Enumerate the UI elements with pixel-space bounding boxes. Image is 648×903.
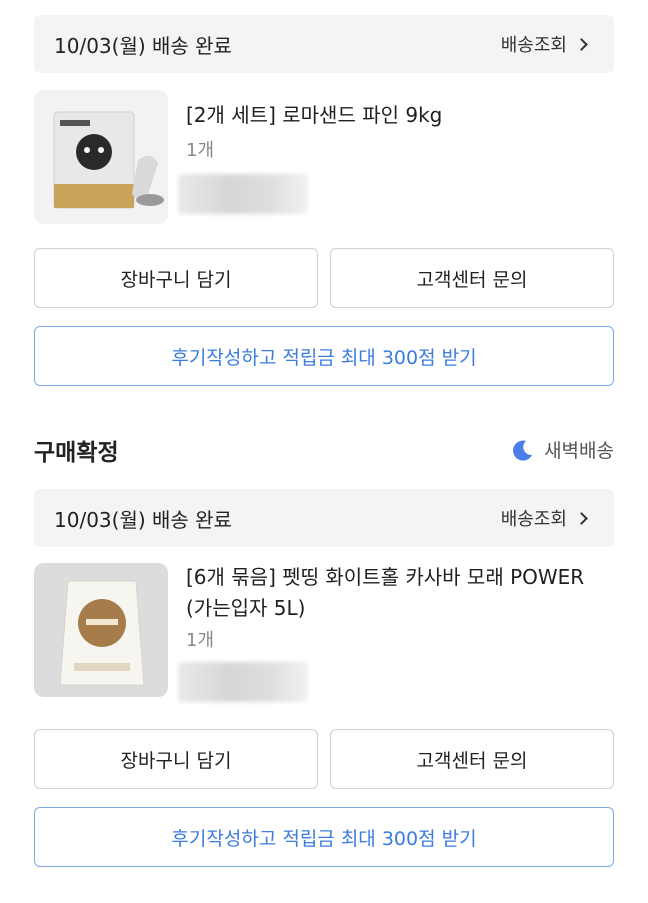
chevron-right-icon bbox=[575, 37, 588, 51]
add-to-cart-button[interactable]: 장바구니 담기 bbox=[34, 729, 318, 789]
delivery-status-text: 10/03(월) 배송 완료 bbox=[54, 507, 232, 532]
product-thumbnail[interactable] bbox=[34, 90, 168, 224]
product-quantity: 1개 bbox=[186, 140, 215, 161]
dawn-delivery-badge: 새벽배송 bbox=[510, 436, 614, 463]
add-to-cart-button[interactable]: 장바구니 담기 bbox=[34, 248, 318, 308]
product-quantity: 1개 bbox=[186, 630, 215, 651]
customer-support-button[interactable]: 고객센터 문의 bbox=[330, 729, 614, 789]
litter-bag-image bbox=[53, 111, 164, 209]
delivery-status-text: 10/03(월) 배송 완료 bbox=[54, 33, 232, 58]
product-thumbnail[interactable] bbox=[34, 563, 168, 697]
track-delivery-label: 배송조회 bbox=[500, 509, 567, 530]
write-review-button[interactable]: 후기작성하고 적립금 최대 300점 받기 bbox=[34, 326, 614, 386]
blurred-price bbox=[178, 174, 308, 214]
product-name[interactable]: [2개 세트] 로마샌드 파인 9kg bbox=[186, 100, 596, 131]
product-name[interactable]: [6개 묶음] 펫띵 화이트홀 카사바 모래 POWER (가는입자 5L) bbox=[186, 562, 596, 624]
delivery-status-bar: 10/03(월) 배송 완료 배송조회 bbox=[34, 15, 614, 73]
track-delivery-label: 배송조회 bbox=[500, 35, 567, 56]
moon-icon bbox=[513, 440, 533, 461]
litter-bag-image bbox=[34, 563, 168, 697]
track-delivery-link[interactable]: 배송조회 bbox=[500, 505, 588, 531]
delivery-status-bar: 10/03(월) 배송 완료 배송조회 bbox=[34, 489, 614, 547]
track-delivery-link[interactable]: 배송조회 bbox=[500, 31, 588, 57]
dawn-delivery-label: 새벽배송 bbox=[544, 440, 614, 462]
chevron-right-icon bbox=[575, 511, 588, 525]
customer-support-button[interactable]: 고객센터 문의 bbox=[330, 248, 614, 308]
write-review-button[interactable]: 후기작성하고 적립금 최대 300점 받기 bbox=[34, 807, 614, 867]
section-title: 구매확정 bbox=[34, 440, 119, 466]
blurred-price bbox=[178, 662, 308, 702]
